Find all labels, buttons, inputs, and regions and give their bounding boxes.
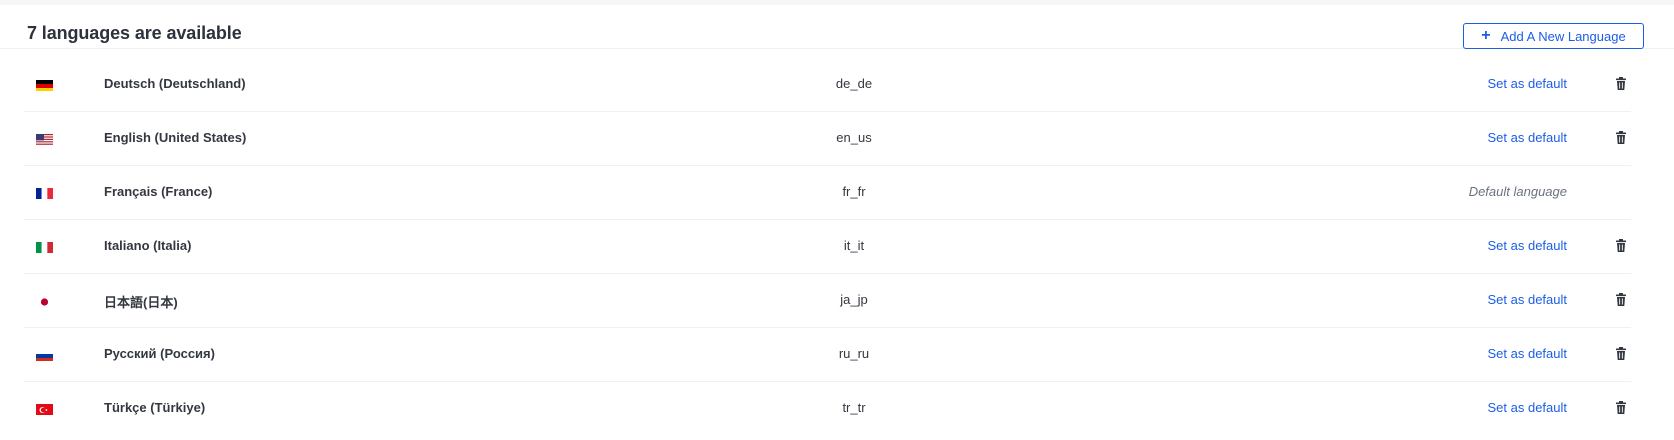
trash-icon[interactable] [1615, 239, 1627, 253]
trash-icon[interactable] [1615, 347, 1627, 361]
trash-icon[interactable] [1615, 77, 1627, 91]
plus-icon: + [1481, 26, 1491, 44]
language-row: Français (France) fr_fr Default language [24, 166, 1631, 220]
add-language-label: Add A New Language [1500, 28, 1626, 44]
de-flag-icon [36, 79, 53, 91]
tr-flag-icon [36, 403, 53, 415]
language-row: Deutsch (Deutschland) de_de Set as defau… [24, 58, 1631, 112]
language-code: fr_fr [842, 184, 866, 199]
panel-header: 7 languages are available + Add A New La… [0, 5, 1674, 49]
language-row: 日本語(日本) ja_jp Set as default [24, 274, 1631, 328]
language-name: Türkçe (Türkiye) [104, 400, 206, 415]
language-code: en_us [836, 130, 872, 145]
fr-flag-icon [36, 187, 53, 199]
language-code: ja_jp [840, 292, 868, 307]
language-code: ru_ru [838, 346, 870, 361]
language-row: Русский (Россия) ru_ru Set as default [24, 328, 1631, 382]
set-default-link[interactable]: Set as default [1488, 292, 1568, 307]
set-default-link[interactable]: Set as default [1488, 76, 1568, 91]
language-row: English (United States) en_us Set as def… [24, 112, 1631, 166]
set-default-link[interactable]: Set as default [1488, 346, 1568, 361]
language-code: de_de [835, 76, 873, 91]
ru-flag-icon [36, 349, 53, 361]
set-default-link[interactable]: Set as default [1488, 238, 1568, 253]
add-language-button[interactable]: + Add A New Language [1463, 23, 1644, 49]
it-flag-icon [36, 241, 53, 253]
default-language-label: Default language [1468, 184, 1567, 199]
trash-icon[interactable] [1615, 293, 1627, 307]
language-name: Русский (Россия) [104, 346, 215, 361]
language-code: tr_tr [842, 400, 866, 415]
language-name: Italiano (Italia) [104, 238, 192, 253]
trash-icon[interactable] [1615, 401, 1627, 415]
language-row: Italiano (Italia) it_it Set as default [24, 220, 1631, 274]
set-default-link[interactable]: Set as default [1488, 130, 1568, 145]
language-code: it_it [843, 238, 865, 253]
language-row: Türkçe (Türkiye) tr_tr Set as default [24, 382, 1631, 436]
language-name: Deutsch (Deutschland) [104, 76, 246, 91]
page-title: 7 languages are available [27, 23, 242, 43]
us-flag-icon [36, 133, 53, 145]
trash-icon[interactable] [1615, 131, 1627, 145]
language-name: English (United States) [104, 130, 247, 145]
set-default-link[interactable]: Set as default [1488, 400, 1568, 415]
jp-flag-icon [36, 295, 53, 307]
language-name: Français (France) [104, 184, 213, 199]
language-name: 日本語(日本) [104, 295, 178, 310]
languages-panel: 7 languages are available + Add A New La… [0, 5, 1674, 440]
